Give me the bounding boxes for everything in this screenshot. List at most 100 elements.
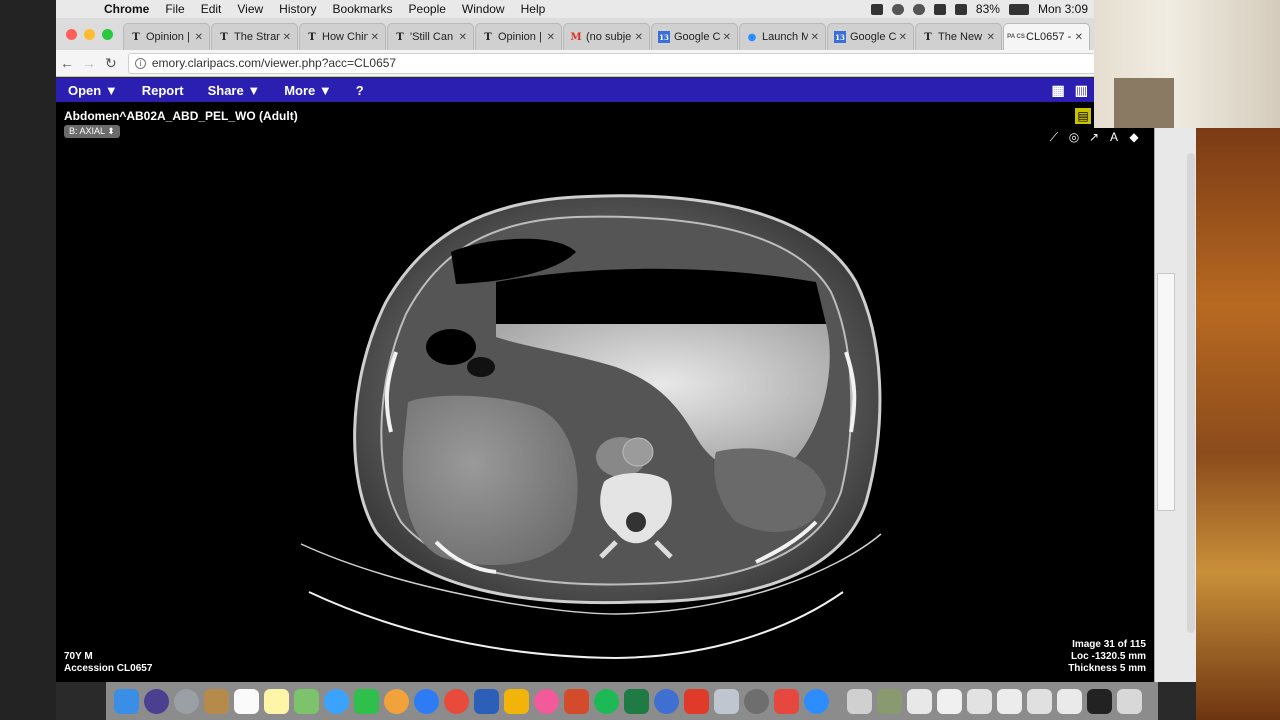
battery-icon[interactable]: [1008, 3, 1029, 15]
powerpoint-icon[interactable]: [564, 688, 589, 714]
maximize-window-button[interactable]: [102, 29, 113, 40]
dock-document-icon[interactable]: [1057, 688, 1082, 714]
dock-photo-icon[interactable]: [877, 688, 902, 714]
zoom-icon: ●: [747, 31, 757, 43]
close-tab-icon[interactable]: ✕: [459, 32, 467, 43]
menu-help[interactable]: Help: [513, 2, 554, 16]
columns-layout-icon[interactable]: ▥: [1075, 82, 1088, 99]
system-preferences-icon[interactable]: [744, 688, 769, 714]
quicktime-icon[interactable]: [654, 688, 679, 714]
menu-app-name[interactable]: Chrome: [96, 2, 157, 16]
reload-icon[interactable]: ↻: [100, 55, 122, 72]
dock-document-icon[interactable]: [997, 688, 1022, 714]
close-window-button[interactable]: [66, 29, 77, 40]
series-select[interactable]: B: AXIAL ⬍: [64, 125, 120, 138]
menu-people[interactable]: People: [401, 2, 454, 16]
menu-edit[interactable]: Edit: [193, 2, 230, 16]
grid-layout-icon[interactable]: ▦: [1052, 82, 1065, 99]
text-annotation-icon[interactable]: A: [1106, 129, 1122, 145]
desktop-wallpaper: [1196, 128, 1280, 720]
hu-icon[interactable]: ◎: [1066, 129, 1082, 145]
tab-opinion-1[interactable]: T Opinion | ✕: [123, 23, 210, 50]
tab-the-stran[interactable]: T The Stran ✕: [211, 23, 298, 50]
clock[interactable]: Mon 3:09: [1038, 2, 1088, 16]
close-tab-icon[interactable]: ✕: [899, 32, 907, 43]
tab-gmail[interactable]: M (no subje ✕: [563, 23, 650, 50]
photos-icon[interactable]: [384, 688, 409, 714]
calendar-icon[interactable]: [234, 688, 259, 714]
volume-icon[interactable]: [954, 3, 967, 15]
spotify-icon[interactable]: [594, 688, 619, 714]
moon-icon[interactable]: [912, 3, 925, 15]
measure-line-icon[interactable]: ⟋: [1046, 129, 1062, 145]
close-tab-icon[interactable]: ✕: [283, 32, 291, 43]
share-menu[interactable]: Share ▼: [196, 83, 273, 98]
facetime-icon[interactable]: [354, 688, 379, 714]
tab-the-new[interactable]: T The New ✕: [915, 23, 1002, 50]
eraser-icon[interactable]: ◆: [1126, 129, 1142, 145]
tab-google-calendar-2[interactable]: 13 Google C ✕: [827, 23, 914, 50]
dock-document-icon[interactable]: [967, 688, 992, 714]
wifi-icon[interactable]: [933, 3, 946, 15]
trash-icon[interactable]: [1117, 688, 1142, 714]
dock-document-icon[interactable]: [907, 688, 932, 714]
ct-scan-image[interactable]: [56, 102, 1154, 682]
preview-icon[interactable]: [714, 688, 739, 714]
creative-cloud-app-icon[interactable]: [684, 688, 709, 714]
close-tab-icon[interactable]: ✕: [987, 32, 995, 43]
menu-view[interactable]: View: [229, 2, 271, 16]
report-menu[interactable]: Report: [130, 83, 196, 98]
image-viewer[interactable]: Abdomen^AB02A_ABD_PEL_WO (Adult) B: AXIA…: [56, 102, 1154, 682]
dock-document-icon[interactable]: [937, 688, 962, 714]
tab-title: How Chin: [322, 31, 368, 43]
office-icon[interactable]: [774, 688, 799, 714]
launchpad-icon[interactable]: [174, 688, 199, 714]
dock-document-icon[interactable]: [1027, 688, 1052, 714]
forward-arrow-icon[interactable]: →: [78, 55, 100, 71]
open-menu[interactable]: Open ▼: [56, 83, 130, 98]
url-input[interactable]: i emory.claripacs.com/viewer.php?acc=CL0…: [127, 52, 1096, 74]
scrollbar[interactable]: [1187, 153, 1195, 633]
window-level-icon[interactable]: ▤: [1075, 108, 1091, 124]
minimize-window-button[interactable]: [84, 29, 95, 40]
close-tab-icon[interactable]: ✕: [811, 32, 819, 43]
more-menu[interactable]: More ▼: [272, 83, 344, 98]
arrow-annotation-icon[interactable]: ↗: [1086, 129, 1102, 145]
tab-how-chin[interactable]: T How Chin ✕: [299, 23, 386, 50]
messages-icon[interactable]: [324, 688, 349, 714]
tab-still-can[interactable]: T 'Still Can ✕: [387, 23, 474, 50]
finder-icon[interactable]: [114, 688, 139, 714]
close-tab-icon[interactable]: ✕: [195, 32, 203, 43]
notebook-icon[interactable]: [204, 688, 229, 714]
app-o-icon[interactable]: [504, 688, 529, 714]
close-tab-icon[interactable]: ✕: [635, 32, 643, 43]
maps-icon[interactable]: [294, 688, 319, 714]
terminal-icon[interactable]: [1087, 688, 1112, 714]
tab-launch-meeting[interactable]: ● Launch M ✕: [739, 23, 826, 50]
dock-folder-icon[interactable]: [847, 688, 872, 714]
excel-icon[interactable]: [624, 688, 649, 714]
menu-window[interactable]: Window: [454, 2, 513, 16]
menu-history[interactable]: History: [271, 2, 324, 16]
siri-icon[interactable]: [144, 688, 169, 714]
screen-record-icon[interactable]: [870, 3, 883, 15]
menu-file[interactable]: File: [157, 2, 192, 16]
creative-cloud-icon[interactable]: [891, 3, 904, 15]
tab-cl0657[interactable]: PA CS CL0657 - ✕: [1003, 23, 1090, 50]
tab-opinion-2[interactable]: T Opinion | ✕: [475, 23, 562, 50]
close-tab-icon[interactable]: ✕: [723, 32, 731, 43]
info-icon[interactable]: i: [134, 57, 146, 69]
close-tab-icon[interactable]: ✕: [1075, 32, 1083, 43]
help-menu[interactable]: ?: [344, 83, 376, 98]
close-tab-icon[interactable]: ✕: [371, 32, 379, 43]
menu-bookmarks[interactable]: Bookmarks: [325, 2, 401, 16]
tab-google-calendar-1[interactable]: 13 Google C ✕: [651, 23, 738, 50]
close-tab-icon[interactable]: ✕: [547, 32, 555, 43]
back-arrow-icon[interactable]: ←: [56, 55, 78, 71]
notes-icon[interactable]: [264, 688, 289, 714]
zoom-app-icon[interactable]: [804, 688, 829, 714]
word-icon[interactable]: [474, 688, 499, 714]
music-icon[interactable]: [534, 688, 559, 714]
chrome-icon[interactable]: [444, 688, 469, 714]
app-store-icon[interactable]: [414, 688, 439, 714]
